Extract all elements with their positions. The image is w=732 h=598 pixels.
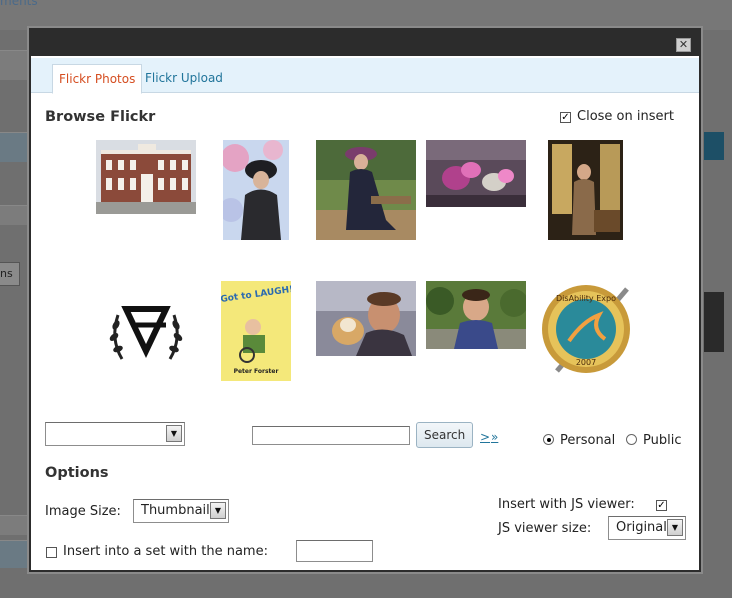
- close-on-insert-label: Close on insert: [577, 109, 674, 124]
- image-size-label: Image Size:: [45, 504, 121, 519]
- personal-label: Personal: [560, 433, 616, 448]
- search-button[interactable]: Search: [416, 422, 474, 448]
- insert-js-viewer-checkbox[interactable]: ✓: [656, 500, 667, 511]
- photo-thumbnail[interactable]: [96, 140, 196, 214]
- background-strip: [0, 540, 30, 568]
- background-strip: [0, 515, 30, 535]
- js-viewer-size-select[interactable]: Original ▼: [608, 516, 686, 540]
- public-label: Public: [643, 433, 682, 448]
- chevron-down-icon: ▼: [166, 425, 182, 442]
- tab-flickr-upload[interactable]: Flickr Upload: [139, 64, 229, 93]
- photo-thumbnail[interactable]: [316, 281, 416, 356]
- expo-badge-thumbnail[interactable]: DisAbility Expo 2007: [539, 281, 634, 376]
- set-name-input[interactable]: [296, 540, 373, 562]
- options-heading: Options: [45, 465, 109, 481]
- pager-last-link[interactable]: »: [491, 430, 498, 444]
- insert-set-checkbox[interactable]: [46, 547, 57, 558]
- background-right-panel: [704, 132, 724, 160]
- expo-badge-title: DisAbility Expo: [556, 294, 616, 303]
- background-right-panel: [704, 292, 724, 352]
- pager-next-link[interactable]: >: [480, 430, 490, 444]
- photo-thumbnail[interactable]: [96, 281, 196, 381]
- photo-thumbnail[interactable]: [426, 281, 526, 349]
- public-radio[interactable]: [626, 434, 637, 445]
- background-link: ments: [0, 0, 38, 8]
- personal-radio[interactable]: [543, 434, 554, 445]
- background-strip: [0, 50, 30, 80]
- flickr-modal: ✕ Flickr Photos Flickr Upload Browse Fli…: [27, 26, 703, 574]
- tab-bar: Flickr Photos Flickr Upload: [31, 58, 699, 94]
- photo-thumbnail[interactable]: [223, 140, 289, 240]
- chevron-down-icon: ▼: [210, 502, 226, 519]
- browse-heading: Browse Flickr: [45, 109, 156, 125]
- close-icon[interactable]: ✕: [676, 38, 691, 52]
- background-strip: [0, 132, 30, 162]
- close-on-insert-checkbox[interactable]: ✓: [560, 112, 571, 123]
- modal-content: Flickr Photos Flickr Upload Browse Flick…: [31, 56, 699, 570]
- insert-js-viewer-label: Insert with JS viewer:: [498, 497, 635, 512]
- photo-thumbnail[interactable]: [548, 140, 623, 240]
- chevron-down-icon: ▼: [667, 519, 683, 536]
- tab-flickr-photos[interactable]: Flickr Photos: [52, 64, 143, 94]
- expo-badge-year: 2007: [576, 358, 596, 367]
- photo-thumbnail[interactable]: [426, 140, 526, 207]
- insert-set-label: Insert into a set with the name:: [63, 544, 268, 559]
- photoset-select[interactable]: ▼: [45, 422, 185, 446]
- photo-thumbnail[interactable]: [316, 140, 416, 240]
- js-viewer-size-value: Original: [616, 520, 667, 535]
- js-viewer-size-label: JS viewer size:: [498, 521, 592, 536]
- background-strip: [0, 205, 30, 225]
- search-input[interactable]: [252, 426, 410, 445]
- book-cover-thumbnail[interactable]: I Got to LAUGH!! Peter Forster: [221, 281, 291, 381]
- background-button: ns: [0, 262, 20, 286]
- book-cover-author: Peter Forster: [234, 368, 279, 375]
- image-size-select[interactable]: Thumbnail ▼: [133, 499, 229, 523]
- image-size-value: Thumbnail: [141, 503, 210, 518]
